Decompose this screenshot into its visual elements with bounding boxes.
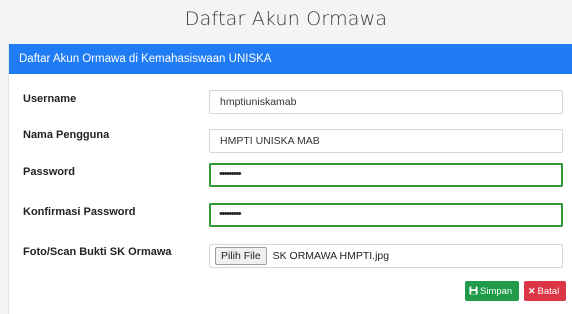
cancel-label: Batal	[537, 286, 560, 297]
konfirmasi-password-label: Konfirmasi Password	[23, 206, 136, 218]
save-icon	[469, 281, 478, 301]
choose-file-button[interactable]: Pilih File	[215, 247, 267, 265]
page-title: Daftar Akun Ormawa	[184, 8, 388, 30]
username-label: Username	[23, 93, 77, 105]
save-label: Simpan	[480, 286, 513, 297]
foto-label: Foto/Scan Bukti SK Ormawa	[23, 246, 172, 258]
nama-pengguna-input[interactable]: HMPTI UNISKA MAB	[209, 129, 563, 153]
konfirmasi-password-value: •••••••••	[219, 208, 242, 220]
password-value: •••••••••	[219, 168, 242, 180]
nama-pengguna-label: Nama Pengguna	[23, 129, 110, 141]
konfirmasi-password-input[interactable]: •••••••••	[209, 203, 563, 227]
close-icon: ✕	[528, 286, 536, 296]
password-input[interactable]: •••••••••	[209, 163, 563, 187]
file-input[interactable]: Pilih File SK ORMAWA HMPTI.jpg	[209, 244, 563, 268]
save-button[interactable]: Simpan	[465, 281, 519, 301]
cancel-button[interactable]: ✕ Batal	[524, 281, 566, 301]
file-name: SK ORMAWA HMPTI.jpg	[272, 250, 390, 262]
username-input[interactable]: hmptiuniskamab	[209, 90, 563, 114]
form-card: Daftar Akun Ormawa di Kemahasiswaan UNIS…	[8, 44, 572, 314]
password-label: Password	[23, 166, 75, 178]
card-header: Daftar Akun Ormawa di Kemahasiswaan UNIS…	[9, 44, 572, 74]
